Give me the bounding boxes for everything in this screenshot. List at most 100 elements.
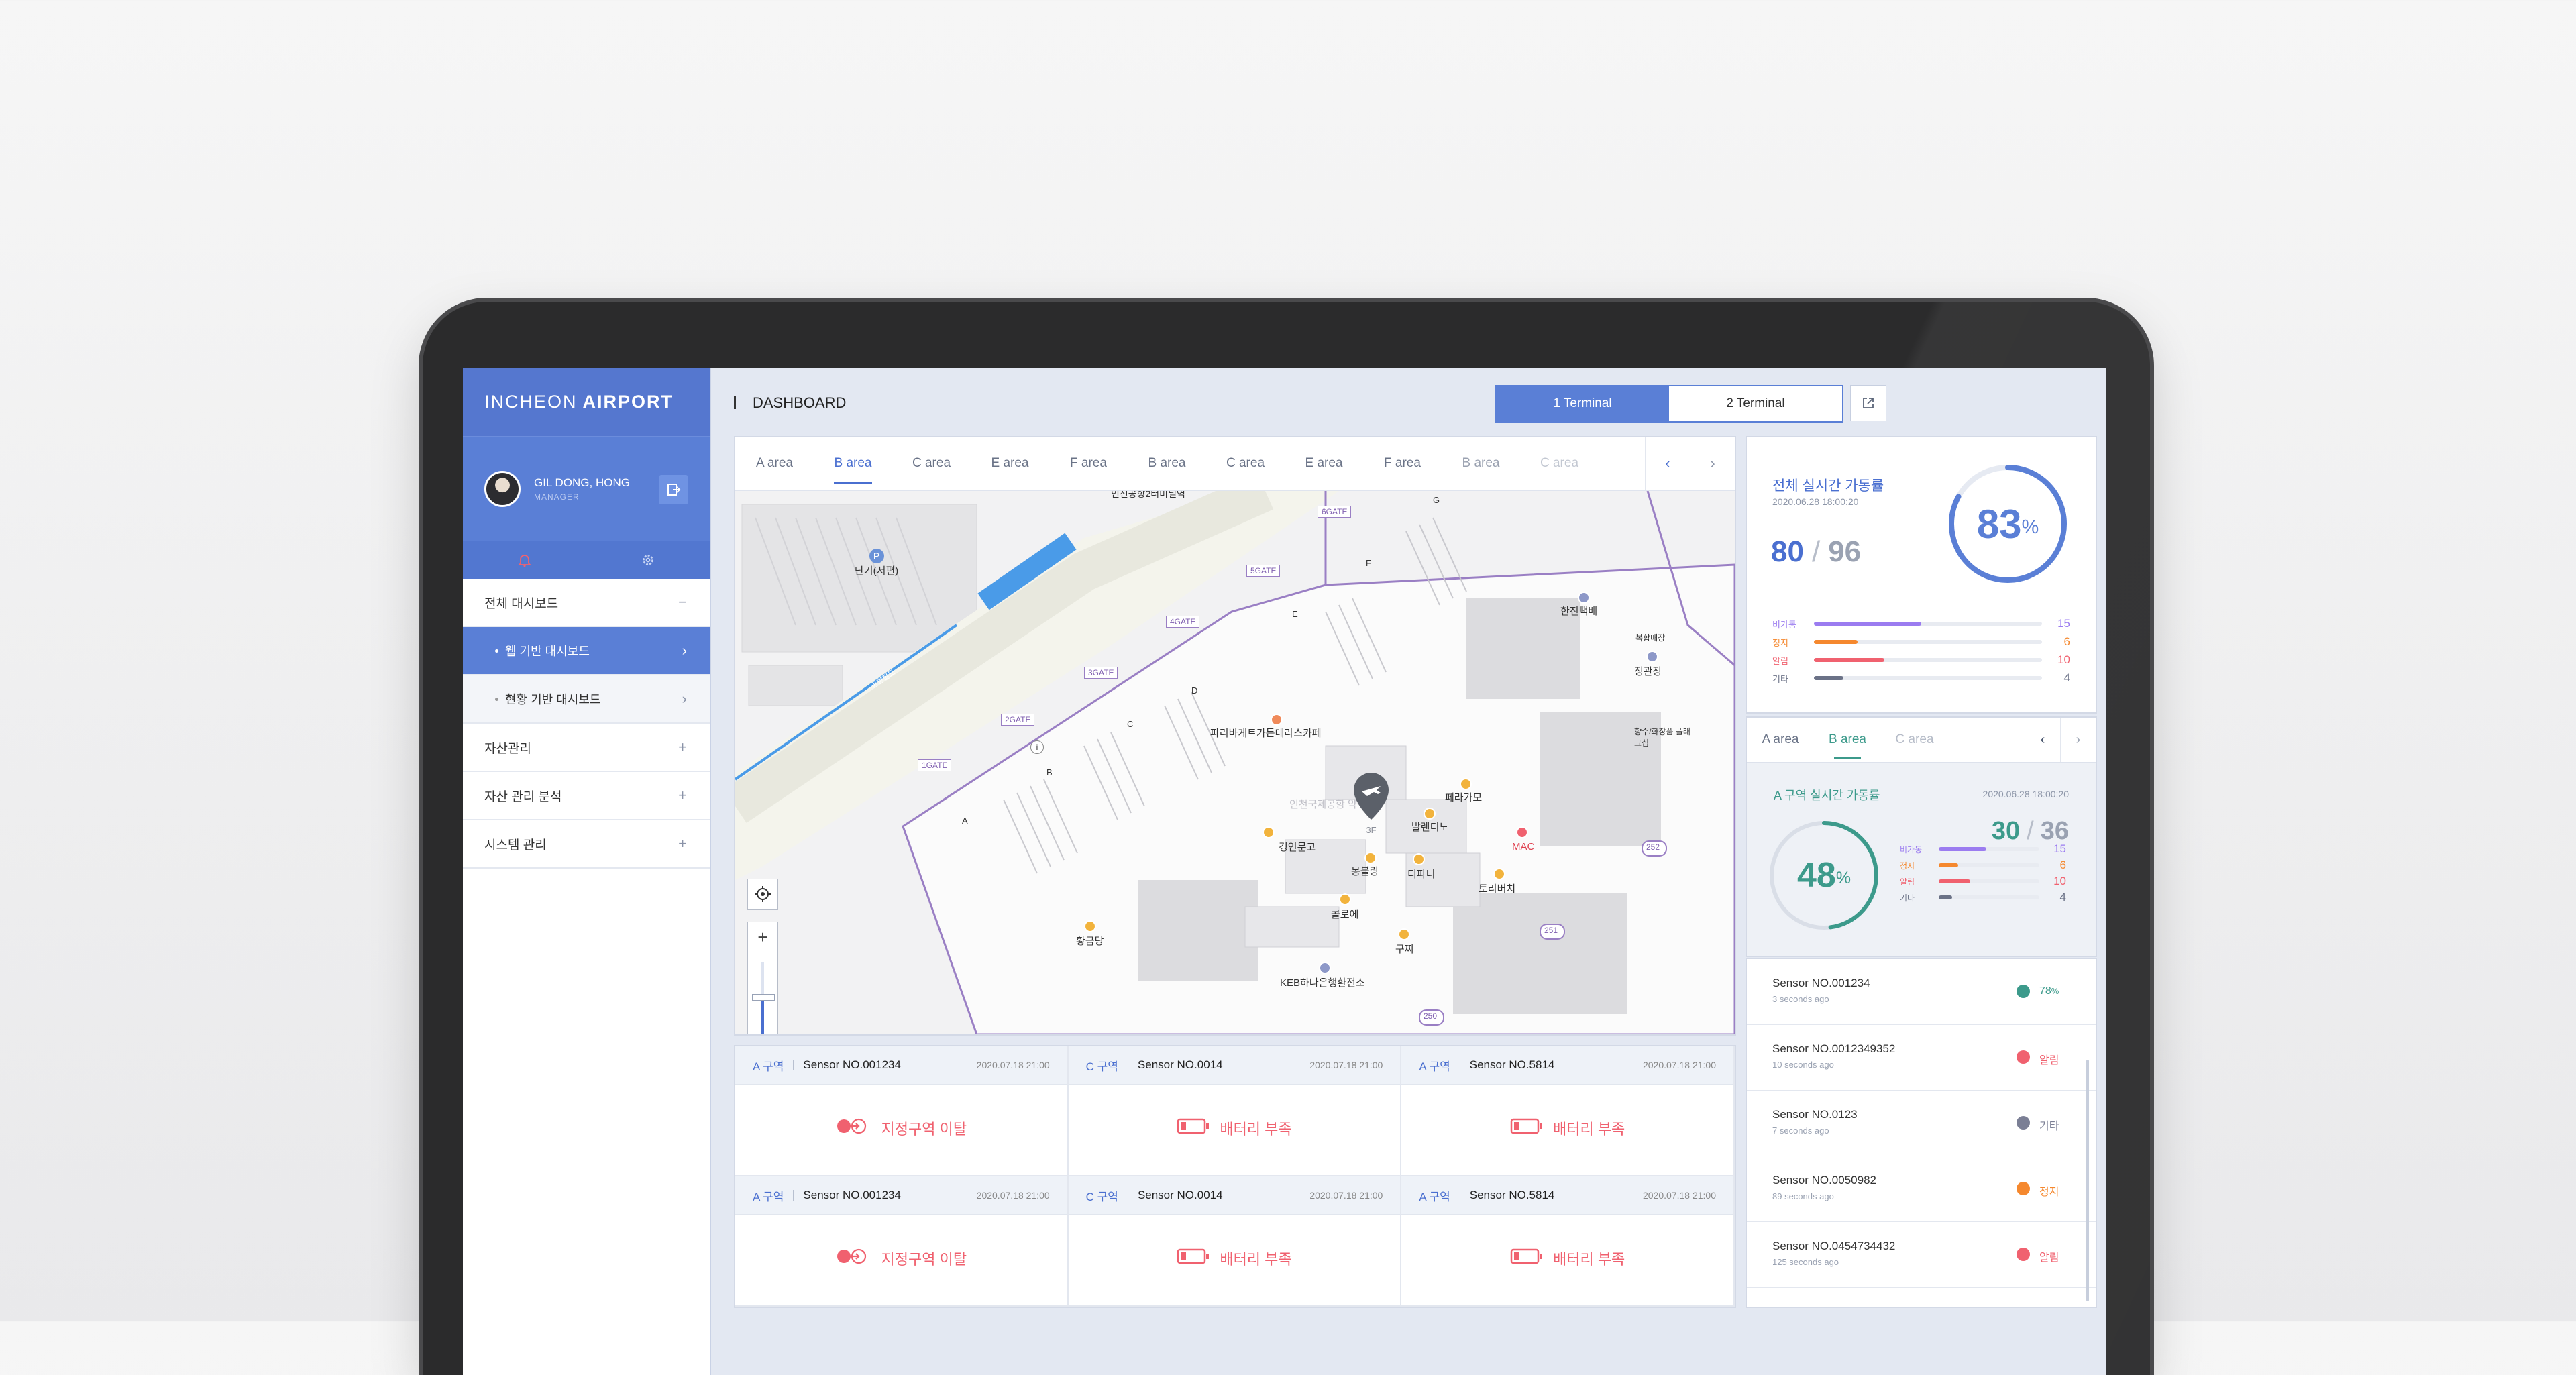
tab-prev-button[interactable]: ‹ bbox=[1645, 437, 1690, 490]
poi-pin-icon[interactable] bbox=[1646, 651, 1658, 663]
alert-card[interactable]: A 구역 Sensor NO.5814 2020.07.18 21:00 배터리 부족 bbox=[1401, 1046, 1735, 1176]
shop-pin-icon[interactable] bbox=[1493, 868, 1505, 880]
airport-map[interactable]: 1GATE 2GATE 3GATE 4GATE 5GATE 6GATE A B … bbox=[735, 491, 1735, 1034]
shop-pin-icon[interactable] bbox=[1413, 853, 1425, 865]
area-gauge: 48% bbox=[1767, 818, 1881, 932]
locate-button[interactable] bbox=[747, 879, 778, 910]
alert-card[interactable]: C 구역 Sensor NO.0014 2020.07.18 21:00 배터리 부족 bbox=[1068, 1176, 1402, 1307]
tab-area[interactable]: A area bbox=[735, 437, 814, 490]
tab-area[interactable]: F area bbox=[1049, 437, 1128, 490]
tab-area[interactable]: C area bbox=[892, 437, 971, 490]
area-uptime-card: A area B area C area ‹ › A 구역 실시간 가동률 20… bbox=[1746, 716, 2097, 957]
map-zone-label: B bbox=[1046, 767, 1053, 777]
sensor-time: 3 seconds ago bbox=[1772, 994, 1829, 1004]
sensor-row[interactable]: Sensor NO.001234 3 seconds ago 78% bbox=[1747, 959, 2096, 1025]
sensor-row[interactable]: Sensor NO.0454734432 125 seconds ago 알림 bbox=[1747, 1222, 2096, 1288]
cafe-pin-icon[interactable] bbox=[1271, 714, 1283, 726]
stat-row: 비가동 15 bbox=[1772, 617, 2070, 630]
map-place-label: 경인문고 bbox=[1279, 842, 1316, 853]
menu-dashboard[interactable]: 전체 대시보드 − bbox=[463, 579, 710, 627]
avatar bbox=[484, 470, 521, 507]
alert-card[interactable]: A 구역 Sensor NO.5814 2020.07.18 21:00 배터리 부족 bbox=[1401, 1176, 1735, 1307]
tab-area[interactable]: B area bbox=[1814, 718, 1881, 762]
tab-area[interactable]: E area bbox=[971, 437, 1049, 490]
stat-value: 4 bbox=[2063, 671, 2070, 684]
poi-pin-icon[interactable] bbox=[1319, 962, 1331, 974]
area-active: 30 bbox=[1991, 817, 2021, 845]
sensor-list-scrollbar[interactable] bbox=[2086, 1060, 2089, 1301]
zoom-handle[interactable] bbox=[752, 993, 775, 1001]
shop-pin-icon[interactable] bbox=[1398, 928, 1410, 940]
map-place-label: 복합매장 bbox=[1635, 633, 1666, 643]
map-gate-label: 3GATE bbox=[1084, 667, 1118, 679]
map-place-label: 정관장 bbox=[1634, 666, 1662, 677]
tab-area[interactable]: F area bbox=[1363, 437, 1442, 490]
map-controls: + − bbox=[747, 879, 778, 1034]
tab-area[interactable]: C area bbox=[1881, 718, 1948, 762]
overall-percent-unit: % bbox=[2021, 516, 2039, 538]
shop-pin-icon[interactable] bbox=[1460, 778, 1472, 790]
zoom-slider[interactable] bbox=[752, 963, 775, 1034]
stat-bar-fill bbox=[1939, 879, 1970, 883]
mac-pin-icon[interactable] bbox=[1516, 826, 1528, 838]
map-place[interactable]: P 단기(서편) bbox=[855, 549, 898, 578]
chevron-left-icon: ‹ bbox=[2040, 732, 2045, 747]
sensor-row[interactable]: Sensor NO.0012349352 10 seconds ago 알림 bbox=[1747, 1025, 2096, 1091]
tab-area[interactable]: C area bbox=[1520, 437, 1599, 490]
tab-next-button[interactable]: › bbox=[1690, 437, 1735, 490]
tab-area[interactable]: B area bbox=[1128, 437, 1206, 490]
alert-message: 배터리 부족 bbox=[1552, 1121, 1625, 1138]
sensor-name: Sensor NO.0050982 bbox=[1772, 1174, 1876, 1187]
tab-area[interactable]: E area bbox=[1285, 437, 1363, 490]
tab-area[interactable]: B area bbox=[814, 437, 892, 490]
area-prev-button[interactable]: ‹ bbox=[2025, 718, 2060, 762]
shop-pin-icon[interactable] bbox=[1263, 826, 1275, 838]
logout-button[interactable] bbox=[659, 475, 688, 504]
tab-area[interactable]: A area bbox=[1747, 718, 1814, 762]
notification-button[interactable] bbox=[463, 541, 586, 579]
tab-area[interactable]: C area bbox=[1206, 437, 1285, 490]
settings-button[interactable] bbox=[586, 541, 710, 579]
shop-pin-icon[interactable] bbox=[1364, 852, 1377, 864]
alert-card[interactable]: A 구역 Sensor NO.001234 2020.07.18 21:00 지정구역… bbox=[735, 1176, 1069, 1307]
sensor-row[interactable]: Sensor NO.0050982 89 seconds ago 정지 bbox=[1747, 1156, 2096, 1222]
menu-system[interactable]: 시스템 관리 + bbox=[463, 820, 710, 869]
alert-card[interactable]: C 구역 Sensor NO.0014 2020.07.18 21:00 배터리 부족 bbox=[1068, 1046, 1402, 1176]
shop-pin-icon[interactable] bbox=[1339, 893, 1351, 905]
map-place-label: 향수/화장품 플래그십 bbox=[1634, 727, 1690, 748]
menu-assets[interactable]: 자산관리 + bbox=[463, 724, 710, 772]
menu-asset-analysis[interactable]: 자산 관리 분석 + bbox=[463, 772, 710, 820]
location-marker[interactable]: 3F bbox=[1352, 771, 1390, 835]
menu-status-dashboard[interactable]: 현황 기반 대시보드 › bbox=[463, 675, 710, 724]
sensor-row[interactable]: Sensor NO.0123 7 seconds ago 기타 bbox=[1747, 1091, 2096, 1156]
sensor-status-value: 알림 bbox=[2039, 1252, 2059, 1264]
alert-body: 지정구역 이탈 bbox=[735, 1215, 1067, 1302]
menu-web-dashboard[interactable]: 웹 기반 대시보드 › bbox=[463, 627, 710, 675]
shop-pin-icon[interactable] bbox=[1084, 920, 1096, 932]
area-count: 30/36 bbox=[1992, 817, 2069, 846]
sensor-status: 알림 bbox=[2039, 1248, 2059, 1264]
stat-row: 비가동 15 bbox=[1900, 842, 2066, 856]
stat-value: 15 bbox=[2053, 842, 2066, 855]
zoom-in-button[interactable]: + bbox=[748, 922, 777, 952]
user-panel: GIL DONG, HONG MANAGER bbox=[463, 436, 710, 541]
tab-terminal-1[interactable]: 1 Terminal bbox=[1496, 386, 1669, 421]
alert-body: 배터리 부족 bbox=[1069, 1085, 1401, 1172]
area-next-button[interactable]: › bbox=[2060, 718, 2096, 762]
external-link-button[interactable] bbox=[1850, 385, 1886, 421]
tab-terminal-2[interactable]: 2 Terminal bbox=[1669, 386, 1842, 421]
poi-pin-icon[interactable] bbox=[1578, 592, 1590, 604]
user-name: GIL DONG, HONG bbox=[534, 476, 630, 489]
info-icon[interactable]: i bbox=[1030, 740, 1044, 754]
map-place-label: 티파니 bbox=[1407, 869, 1436, 880]
alert-card[interactable]: A 구역 Sensor NO.001234 2020.07.18 21:00 지정구역… bbox=[735, 1046, 1069, 1176]
sensor-status: 알림 bbox=[2039, 1051, 2059, 1067]
alert-message: 배터리 부족 bbox=[1220, 1251, 1292, 1268]
marker-floor: 3F bbox=[1366, 825, 1377, 835]
brand-logo[interactable]: INCHEON AIRPORT bbox=[463, 368, 710, 436]
tab-area[interactable]: B area bbox=[1442, 437, 1520, 490]
shop-pin-icon[interactable] bbox=[1424, 808, 1436, 820]
sensor-rows: Sensor NO.001234 3 seconds ago 78% Sensor N… bbox=[1747, 959, 2096, 1288]
chevron-right-icon: › bbox=[682, 690, 687, 707]
menu-label: 전체 대시보드 bbox=[484, 596, 559, 611]
